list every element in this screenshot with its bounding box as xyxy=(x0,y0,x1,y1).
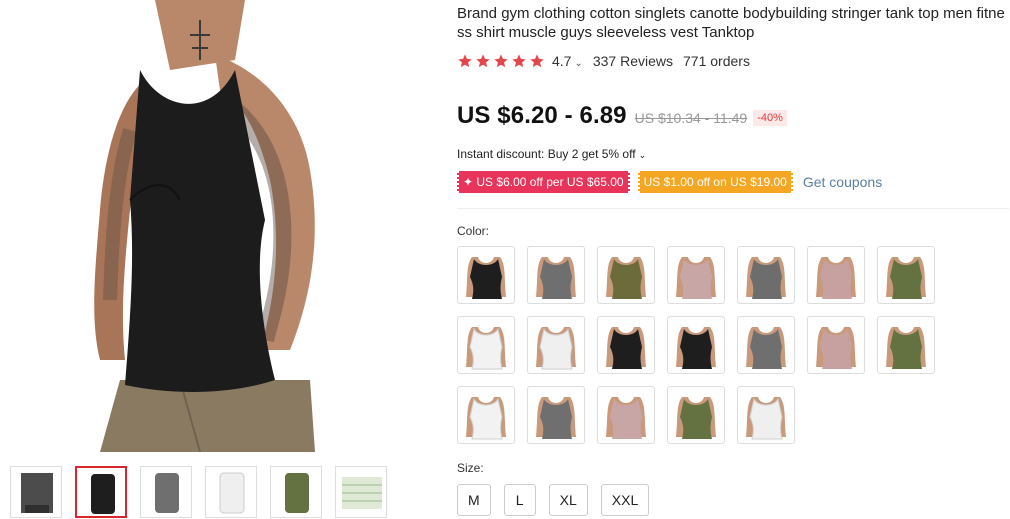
discount-badge: -40% xyxy=(753,110,787,126)
color-swatch-1[interactable] xyxy=(457,246,515,304)
thumbnail-1[interactable] xyxy=(10,466,62,518)
rating-row: 4.7 ⌄ 337 Reviews 771 orders xyxy=(457,52,750,70)
divider xyxy=(457,208,1009,209)
reviews-link[interactable]: 337 Reviews xyxy=(593,53,673,69)
color-swatch-6[interactable] xyxy=(807,246,865,304)
get-coupons-link[interactable]: Get coupons xyxy=(803,174,882,190)
color-swatch-16[interactable] xyxy=(527,386,585,444)
color-swatch-18[interactable] xyxy=(667,386,725,444)
size-option-l[interactable]: L xyxy=(503,484,536,516)
color-swatch-10[interactable] xyxy=(597,316,655,374)
chevron-down-icon: ⌄ xyxy=(574,58,583,69)
color-swatch-9[interactable] xyxy=(527,316,585,374)
size-label: Size: xyxy=(457,461,484,475)
color-swatch-7[interactable] xyxy=(877,246,935,304)
tank-top-model-illustration xyxy=(94,0,315,452)
color-label: Color: xyxy=(457,224,490,238)
thumbnail-strip xyxy=(10,466,400,519)
rating-value-dropdown[interactable]: 4.7 ⌄ xyxy=(552,53,583,69)
color-swatch-13[interactable] xyxy=(807,316,865,374)
size-option-m[interactable]: M xyxy=(457,484,491,516)
star-icon xyxy=(494,54,508,68)
instant-discount-text: Instant discount: Buy 2 get 5% off xyxy=(457,147,636,161)
color-swatch-4[interactable] xyxy=(667,246,725,304)
chevron-down-icon: ⌄ xyxy=(638,150,647,160)
star-icon xyxy=(458,54,472,68)
product-title: Brand gym clothing cotton singlets canot… xyxy=(457,5,1005,41)
color-swatch-17[interactable] xyxy=(597,386,655,444)
thumbnail-2-active[interactable] xyxy=(75,466,127,518)
color-swatch-5[interactable] xyxy=(737,246,795,304)
rating-stars xyxy=(457,53,545,69)
thumbnail-3[interactable] xyxy=(140,466,192,518)
price-row: US $6.20 - 6.89 US $10.34 - 11.49 -40% xyxy=(457,102,787,130)
current-price: US $6.20 - 6.89 xyxy=(457,102,627,129)
star-icon xyxy=(530,54,544,68)
color-swatch-19[interactable] xyxy=(737,386,795,444)
color-swatch-12[interactable] xyxy=(737,316,795,374)
color-swatch-15[interactable] xyxy=(457,386,515,444)
color-swatch-2[interactable] xyxy=(527,246,585,304)
main-product-image xyxy=(60,0,360,452)
rating-value: 4.7 xyxy=(552,53,572,69)
color-swatch-11[interactable] xyxy=(667,316,725,374)
coupon-select[interactable]: US $1.00 off on US $19.00 xyxy=(635,171,796,193)
coupon-row: ✦ US $6.00 off per US $65.00 US $1.00 of… xyxy=(455,171,882,193)
product-info-panel: Brand gym clothing cotton singlets canot… xyxy=(455,0,1010,519)
thumbnail-6-size-chart[interactable] xyxy=(335,466,387,518)
thumbnail-5[interactable] xyxy=(270,466,322,518)
thumbnail-4[interactable] xyxy=(205,466,257,518)
color-swatch-8[interactable] xyxy=(457,316,515,374)
instant-discount-dropdown[interactable]: Instant discount: Buy 2 get 5% off ⌄ xyxy=(457,147,646,161)
size-options: M L XL XXL xyxy=(457,484,650,516)
coupon-store[interactable]: ✦ US $6.00 off per US $65.00 xyxy=(455,171,632,193)
color-swatch-14[interactable] xyxy=(877,316,935,374)
star-icon xyxy=(512,54,526,68)
size-option-xxl[interactable]: XXL xyxy=(600,484,650,516)
star-icon xyxy=(476,54,490,68)
color-swatch-3[interactable] xyxy=(597,246,655,304)
original-price: US $10.34 - 11.49 xyxy=(634,110,748,126)
size-option-xl[interactable]: XL xyxy=(548,484,588,516)
orders-count: 771 orders xyxy=(683,53,750,69)
